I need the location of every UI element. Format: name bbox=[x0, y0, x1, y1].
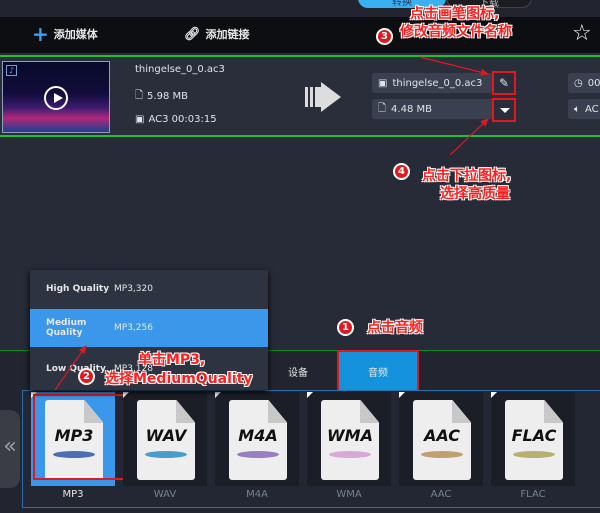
step-2-badge: 2 bbox=[78, 368, 95, 385]
step-3-line2: 修改音频文件名称 bbox=[400, 24, 512, 40]
step-1-text: 点击音频 bbox=[367, 320, 423, 336]
step-4-badge: 4 bbox=[393, 163, 410, 180]
step-4-line1: 点击下拉图标, bbox=[422, 168, 512, 184]
arrow-3 bbox=[419, 56, 490, 76]
step-1-badge: 1 bbox=[337, 319, 354, 336]
annotation-arrows bbox=[54, 56, 490, 391]
step-3-badge: 3 bbox=[376, 28, 393, 45]
step-2-line1: 单击MP3, bbox=[138, 352, 206, 368]
step-3-line1: 点击画笔图标, bbox=[410, 6, 500, 22]
step-4-line2: 选择高质量 bbox=[440, 186, 510, 202]
step-2-line2: 选择MediumQuality bbox=[105, 371, 253, 387]
arrow-4 bbox=[449, 118, 489, 156]
